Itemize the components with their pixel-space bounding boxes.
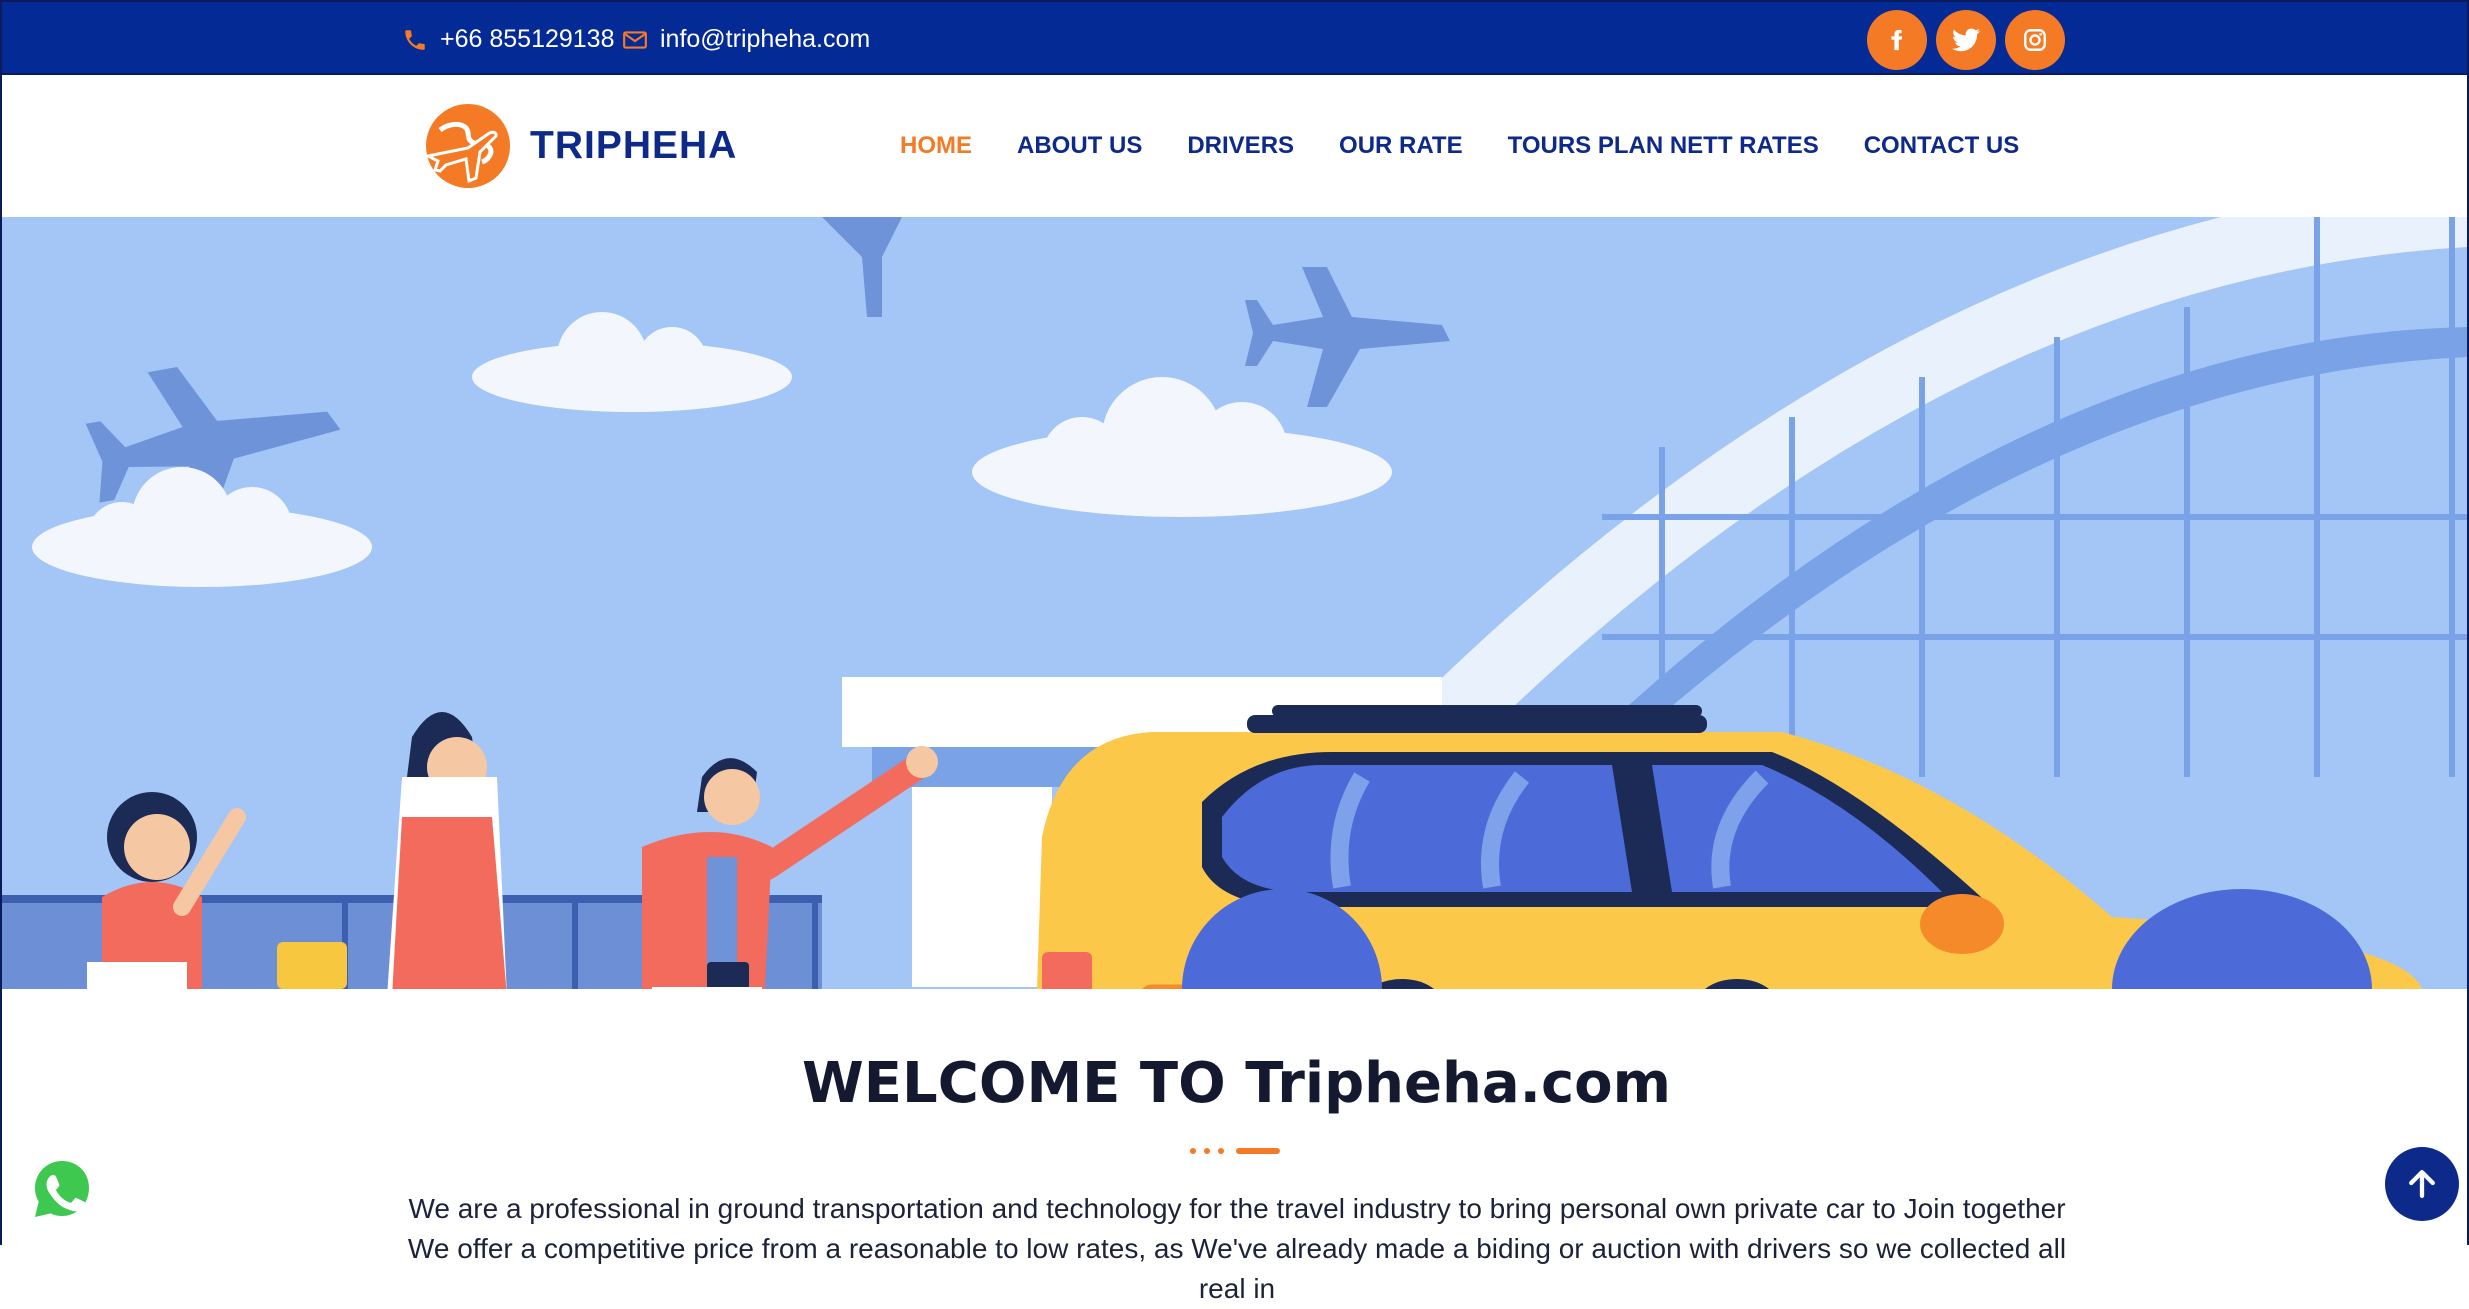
social-links: [1858, 2, 2065, 77]
phone-number: +66 855129138: [440, 25, 615, 53]
nav-contact-us[interactable]: CONTACT US: [1864, 132, 2020, 160]
whatsapp-button[interactable]: [30, 1157, 94, 1221]
hero-illustration: [2, 217, 2467, 989]
email-contact[interactable]: info@tripheha.com: [622, 2, 870, 77]
instagram-icon: [2024, 28, 2046, 51]
hero-banner: [0, 217, 2469, 989]
nav-our-rate[interactable]: OUR RATE: [1339, 132, 1463, 160]
mail-icon: [622, 27, 648, 53]
nav-drivers[interactable]: DRIVERS: [1187, 132, 1294, 160]
top-bar: +66 855129138 info@tripheha.com: [0, 0, 2469, 75]
facebook-button[interactable]: [1867, 9, 1927, 70]
nav-tours-plan[interactable]: TOURS PLAN NETT RATES: [1508, 132, 1819, 160]
twitter-icon: [1952, 27, 1980, 51]
main-nav: HOME ABOUT US DRIVERS OUR RATE TOURS PLA…: [900, 75, 2064, 217]
logo-text: TRIPHEHA: [530, 124, 738, 167]
globe-plane-logo-icon: [423, 104, 510, 188]
nav-about-us[interactable]: ABOUT US: [1017, 132, 1142, 160]
arrow-up-icon: [2409, 1170, 2435, 1198]
email-address: info@tripheha.com: [660, 25, 871, 53]
nav-home[interactable]: HOME: [900, 132, 972, 160]
instagram-button[interactable]: [2005, 9, 2065, 70]
welcome-section: WELCOME TO Tripheha.com We are a profess…: [0, 989, 2469, 1304]
site-logo[interactable]: TRIPHEHA: [420, 100, 737, 192]
scroll-to-top-button[interactable]: [2385, 1147, 2459, 1221]
phone-contact[interactable]: +66 855129138: [402, 2, 615, 77]
site-header: TRIPHEHA HOME ABOUT US DRIVERS OUR RATE …: [0, 75, 2469, 217]
phone-icon: [402, 27, 428, 53]
title-divider: [1190, 1148, 1280, 1154]
whatsapp-icon: [35, 1161, 89, 1217]
twitter-button[interactable]: [1936, 9, 1996, 70]
welcome-title: WELCOME TO Tripheha.com: [802, 1051, 1671, 1116]
facebook-icon: [1891, 29, 1903, 50]
welcome-text: We are a professional in ground transpor…: [407, 1193, 2067, 1304]
